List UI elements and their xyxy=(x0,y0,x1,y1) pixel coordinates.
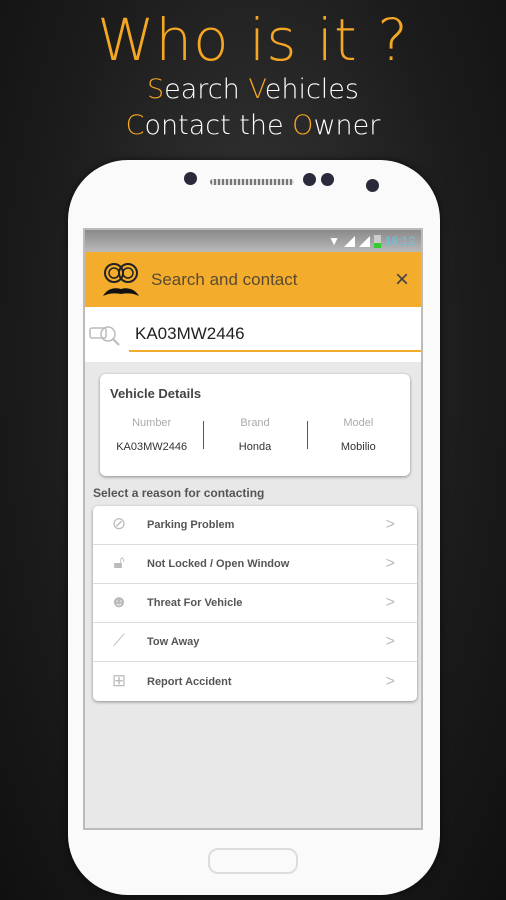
reason-report-accident[interactable]: ⊞ Report Accident > xyxy=(93,662,417,701)
tow-icon: ⟋ xyxy=(113,631,125,650)
reason-tow-away[interactable]: ⟋ Tow Away > xyxy=(93,623,417,662)
hero-line-2: Contact the Owner xyxy=(125,110,381,141)
close-icon[interactable]: × xyxy=(395,266,409,294)
front-camera xyxy=(366,179,379,192)
vehicle-model: Model Mobilio xyxy=(306,417,410,453)
unlocked-icon: 🔓︎ xyxy=(113,553,125,572)
reason-threat[interactable]: ☻ Threat For Vehicle > xyxy=(93,584,417,623)
vehicle-number: Number KA03MW2446 xyxy=(116,417,188,453)
app-bar-title: Search and contact xyxy=(151,269,298,289)
status-time: 18:12 xyxy=(384,234,415,248)
vehicle-brand: Brand Honda xyxy=(203,417,306,453)
siren-icon: ⊞ xyxy=(111,670,127,690)
reason-label: Select a reason for contacting xyxy=(93,486,265,500)
home-button[interactable] xyxy=(208,848,298,874)
card-title: Vehicle Details xyxy=(110,386,202,401)
wifi-icon: ▼ xyxy=(328,234,340,248)
sensor-dot xyxy=(303,173,316,186)
chevron-right-icon: > xyxy=(385,633,395,650)
vehicle-details-card: Vehicle Details Number KA03MW2446 Brand Ho… xyxy=(100,374,410,476)
mustache-logo-icon xyxy=(103,262,139,296)
no-parking-icon: ⊘ xyxy=(111,514,127,533)
sensor-dot xyxy=(321,173,334,186)
app-screen: ▼ 18:12 Search and contact × Vehicle Det… xyxy=(83,228,423,830)
hero-title: Who is it ? xyxy=(97,6,409,74)
speaker xyxy=(210,179,294,185)
search-plate-icon xyxy=(89,325,120,346)
vehicle-number-input[interactable] xyxy=(129,317,421,352)
thief-icon: ☻ xyxy=(110,592,128,611)
signal-icon xyxy=(358,235,370,247)
search-row xyxy=(85,307,421,362)
chevron-right-icon: > xyxy=(385,516,395,533)
hero-line-1: Search Vehicles xyxy=(147,74,359,105)
chevron-right-icon: > xyxy=(385,594,395,611)
status-bar: ▼ 18:12 xyxy=(85,230,421,252)
reason-parking-problem[interactable]: ⊘ Parking Problem > xyxy=(93,506,417,545)
reason-not-locked[interactable]: 🔓︎ Not Locked / Open Window > xyxy=(93,545,417,584)
chevron-right-icon: > xyxy=(385,672,395,690)
app-bar: Search and contact × xyxy=(85,252,421,307)
camera-dot xyxy=(184,172,197,185)
chevron-right-icon: > xyxy=(385,555,395,572)
battery-icon xyxy=(373,234,381,248)
reason-list: ⊘ Parking Problem > 🔓︎ Not Locked / Open Wi… xyxy=(93,506,417,701)
signal-icon xyxy=(343,235,355,247)
